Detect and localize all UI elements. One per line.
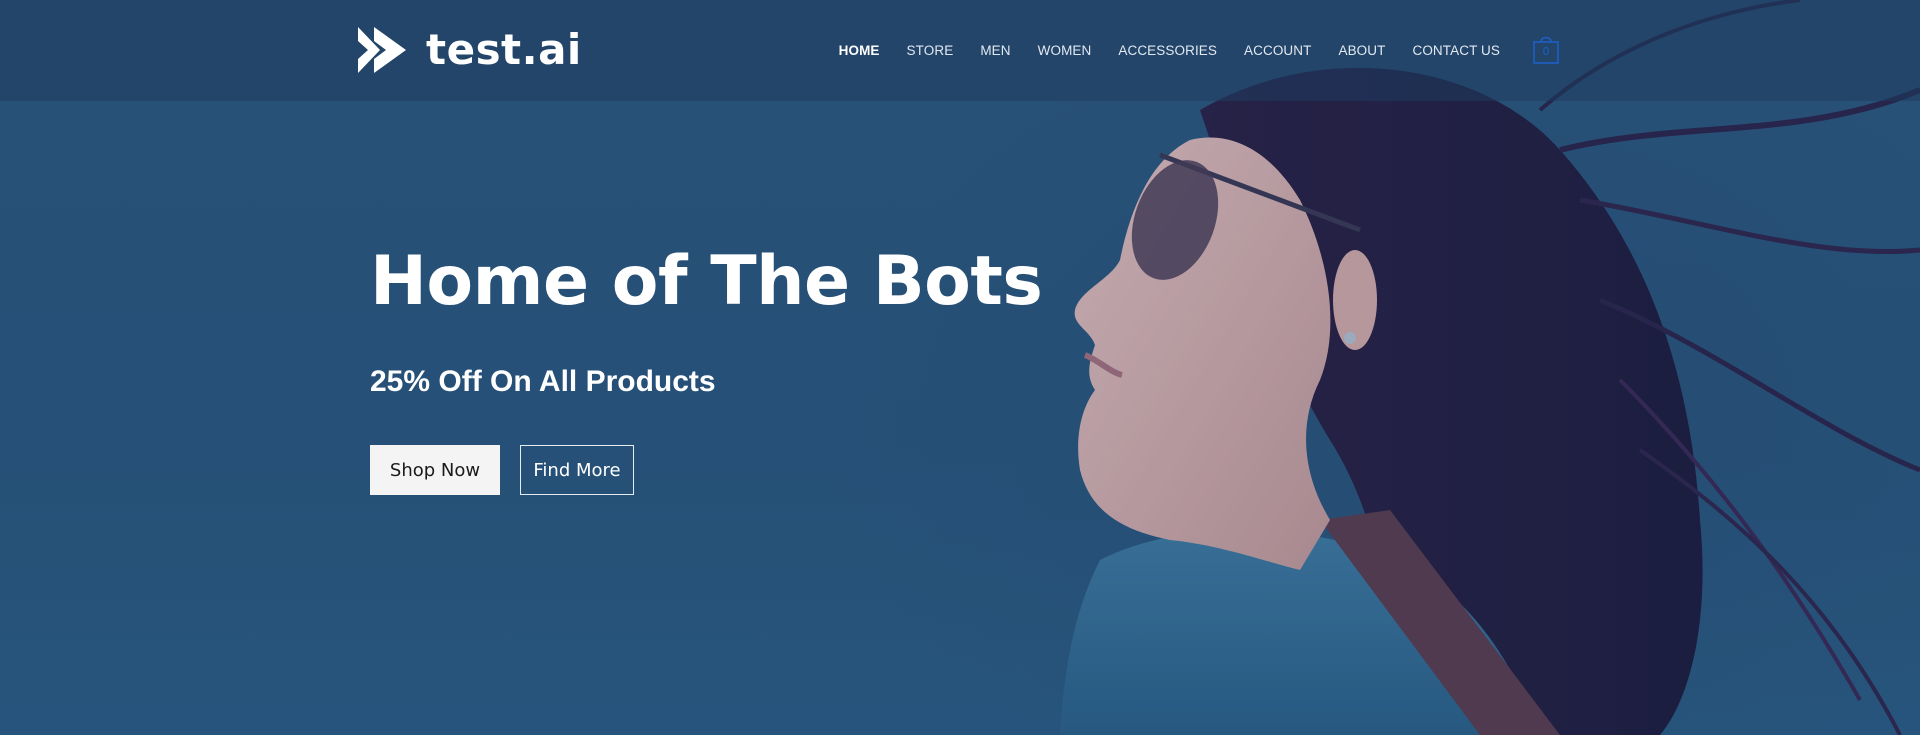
logo-link[interactable]: test.ai [358,26,582,74]
nav-item-contact-us[interactable]: CONTACT US [1412,43,1500,58]
cart-button[interactable]: 0 [1532,33,1560,65]
hero-title: Home of The Bots [370,242,1043,321]
brand-name: test.ai [426,25,582,74]
main-navigation: HOME STORE MEN WOMEN ACCESSORIES ACCOUNT… [812,38,1500,62]
nav-item-accessories[interactable]: ACCESSORIES [1118,43,1217,58]
hero-background-image [0,0,1920,735]
hero-section [0,0,1920,735]
nav-item-about[interactable]: ABOUT [1338,43,1385,58]
nav-item-women[interactable]: WOMEN [1038,43,1092,58]
find-more-button[interactable]: Find More [520,445,634,495]
hero-subtitle: 25% Off On All Products [370,365,716,398]
shop-now-button[interactable]: Shop Now [370,445,500,495]
double-chevron-right-icon [358,27,406,73]
nav-item-store[interactable]: STORE [907,43,954,58]
cart-count: 0 [1542,45,1550,58]
nav-item-home[interactable]: HOME [839,43,880,58]
nav-item-men[interactable]: MEN [980,43,1010,58]
nav-item-account[interactable]: ACCOUNT [1244,43,1311,58]
site-header: test.ai HOME STORE MEN WOMEN ACCESSORIES… [0,0,1920,101]
